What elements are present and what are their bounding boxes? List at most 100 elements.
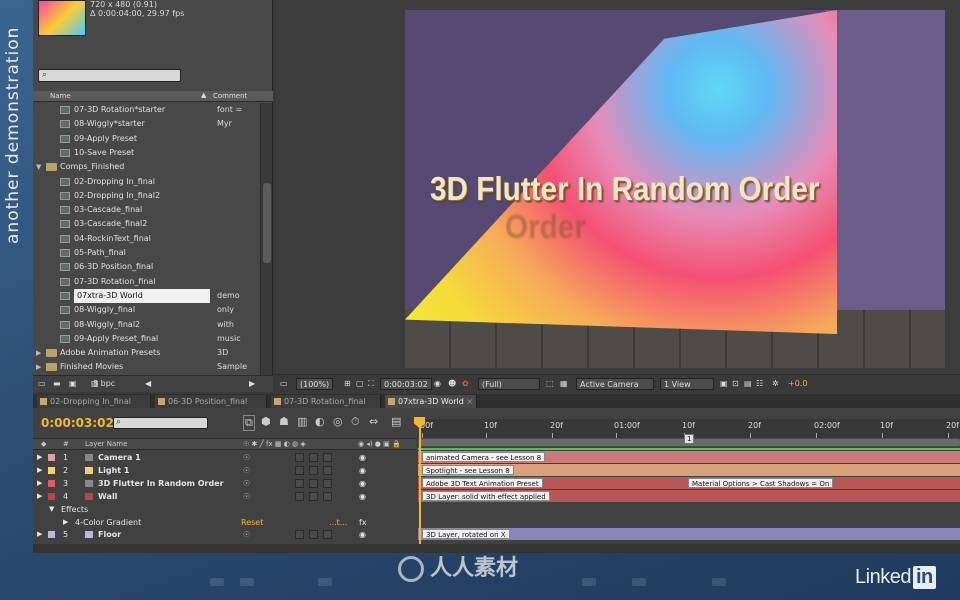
column-name[interactable]: Name	[50, 92, 71, 100]
layer-duration-bar[interactable]: 3D Layer: solid with effect applied	[418, 490, 960, 502]
timeline-tab[interactable]: 07-3D Rotation_final	[271, 395, 381, 408]
layer-row[interactable]: ▶ 5 Floor ☉ ◉	[33, 528, 416, 541]
scroll-left-icon[interactable]: ◀	[145, 379, 151, 388]
project-folder[interactable]: ▼ Comps_Finished	[33, 160, 259, 174]
layer-duration-bar[interactable]: 3D Layer, rotated on X	[418, 528, 960, 540]
scroll-right-icon[interactable]: ▶	[249, 379, 255, 388]
layer-switch-box[interactable]	[309, 453, 318, 462]
mask-icon[interactable]: ▢	[356, 378, 364, 390]
timeline-timecode[interactable]: 0:00:03:02	[41, 416, 114, 430]
brainstorm-icon[interactable]: ◎	[333, 415, 343, 428]
project-comp-item[interactable]: 07-3D Rotation*starter font = Myr	[33, 103, 259, 128]
flowchart-icon[interactable]: ☷	[756, 378, 763, 390]
layer-label-color[interactable]	[48, 493, 55, 500]
project-comp-item[interactable]: 07-3D Rotation_final	[33, 275, 259, 289]
project-comp-item[interactable]: 07xtra-3D World demo only	[33, 288, 259, 314]
project-comp-item[interactable]: 10-Save Preset	[33, 146, 259, 160]
layer-duration-bar[interactable]: Adobe 3D Text Animation Preset Material O…	[418, 477, 960, 489]
scroll-thumb[interactable]	[263, 183, 271, 263]
project-scrollbar[interactable]	[260, 103, 272, 375]
project-comp-item[interactable]: 09-Apply Preset	[33, 132, 259, 146]
project-comp-item[interactable]: 08-Wiggly_final2 with music	[33, 318, 259, 343]
reset-exposure-icon[interactable]: ✲	[772, 378, 779, 390]
label-header-icon[interactable]: ◆	[41, 440, 46, 448]
graph-icon[interactable]: ▤	[391, 415, 401, 428]
layer-label-color[interactable]	[48, 454, 55, 461]
viewer-timecode[interactable]: 0:00:03:02	[380, 378, 432, 390]
shy-switch-icon[interactable]: ☉	[243, 464, 250, 477]
layer-expand-icon[interactable]: ▶	[37, 464, 42, 477]
layer-expand-icon[interactable]: ▶	[37, 477, 42, 490]
header-layer-name[interactable]: Layer Name	[85, 440, 127, 448]
project-comp-item[interactable]: 08-Wiggly_final	[33, 303, 259, 317]
layer-row[interactable]: ▶ 1 Camera 1 ☉ ◉	[33, 451, 416, 464]
snapshot-icon[interactable]: ◉	[434, 378, 441, 390]
project-comp-item[interactable]: 02-Dropping In_final2	[33, 189, 259, 203]
draft-3d-icon[interactable]: ⬢	[261, 415, 271, 428]
layer-switch-box[interactable]	[309, 530, 318, 539]
current-time-indicator[interactable]	[419, 419, 421, 553]
layer-expand-icon[interactable]: ▶	[37, 490, 42, 503]
show-snapshot-icon[interactable]: ☻	[448, 378, 456, 390]
visibility-eye-icon[interactable]: ◉	[359, 528, 366, 541]
layer-duration-bar[interactable]: Spotlight - see Lesson 8	[418, 464, 960, 476]
disclosure-triangle-icon[interactable]: ▶	[36, 360, 41, 373]
layer-switch-box[interactable]	[323, 466, 332, 475]
layer-switch-box[interactable]	[295, 466, 304, 475]
comp-marker[interactable]: 1	[684, 434, 695, 444]
layer-switch-box[interactable]	[323, 492, 332, 501]
layer-duration-bar[interactable]: animated Camera - see Lesson 8	[418, 451, 960, 463]
resolution-select[interactable]: (Full)	[478, 378, 540, 390]
new-comp-icon[interactable]: ▣	[69, 379, 77, 388]
layer-label-color[interactable]	[48, 531, 55, 538]
layer-name[interactable]: Wall	[98, 490, 117, 503]
magnification-select[interactable]: (100%)	[296, 378, 334, 390]
expand-icon[interactable]: ▼	[49, 503, 54, 516]
project-comp-item[interactable]: 03-Cascade_final2	[33, 217, 259, 231]
layer-name[interactable]: Light 1	[98, 464, 129, 477]
shy-switch-icon[interactable]: ☉	[243, 528, 250, 541]
shy-icon[interactable]: ☗	[279, 415, 289, 428]
bpc-label[interactable]: 8 bpc	[93, 379, 115, 388]
exposure-value[interactable]: +0.0	[788, 378, 807, 390]
timeline-tab[interactable]: 07xtra-3D World ×	[385, 395, 477, 408]
layer-name[interactable]: Floor	[98, 528, 121, 541]
project-comp-item[interactable]: 04-RockinText_final	[33, 232, 259, 246]
graph-editor-icon[interactable]: ⇔	[369, 415, 378, 428]
interpret-footage-icon[interactable]: ▭	[38, 379, 46, 388]
shy-switch-icon[interactable]: ☉	[243, 490, 250, 503]
close-tab-icon[interactable]: ×	[464, 397, 473, 406]
transparency-icon[interactable]: ⛶	[368, 378, 374, 390]
project-comp-item[interactable]: 09-Apply Preset_final	[33, 332, 259, 346]
layer-switch-box[interactable]	[309, 479, 318, 488]
fast-previews-icon[interactable]: ⊡	[732, 378, 739, 390]
layer-name[interactable]: 3D Flutter In Random Order	[98, 477, 224, 490]
disclosure-triangle-icon[interactable]: ▼	[36, 160, 41, 174]
comp-canvas[interactable]: Order 3D Flutter In Random Order	[405, 10, 945, 368]
project-comp-item[interactable]: 06-3D Position_final	[33, 260, 259, 274]
layer-expand-icon[interactable]: ▶	[37, 451, 42, 464]
project-comp-item[interactable]: 05-Path_final	[33, 246, 259, 260]
new-folder-icon[interactable]: ▬	[53, 379, 61, 388]
always-preview-icon[interactable]: ▭	[280, 378, 288, 390]
layer-row[interactable]: ▶ 4 Wall ☉ ◉	[33, 490, 416, 503]
project-comp-item[interactable]: 08-Wiggly*starter	[33, 117, 259, 131]
shy-switch-icon[interactable]: ☉	[243, 477, 250, 490]
layer-switch-box[interactable]	[309, 492, 318, 501]
layer-switch-box[interactable]	[323, 479, 332, 488]
transparency-grid-icon[interactable]: ▦	[560, 378, 568, 390]
layer-switch-box[interactable]	[295, 479, 304, 488]
comp-mini-flowchart-icon[interactable]: ⧉	[243, 415, 255, 431]
camera-view-select[interactable]: Active Camera	[576, 378, 654, 390]
layer-switch-box[interactable]	[295, 492, 304, 501]
visibility-eye-icon[interactable]: ◉	[359, 464, 366, 477]
layer-row[interactable]: ▶ 2 Light 1 ☉ ◉	[33, 464, 416, 477]
layer-row[interactable]: ▶ 3 3D Flutter In Random Order ☉ ◉	[33, 477, 416, 490]
region-of-interest-icon[interactable]: ⬚	[546, 378, 554, 390]
layer-switch-box[interactable]	[295, 453, 304, 462]
timeline-icon[interactable]: ▤	[744, 378, 752, 390]
safe-zones-icon[interactable]: ⊞	[344, 378, 351, 390]
visibility-eye-icon[interactable]: ◉	[359, 451, 366, 464]
view-layout-select[interactable]: 1 View	[660, 378, 714, 390]
timeline-search-input[interactable]: ⌕	[113, 417, 208, 429]
